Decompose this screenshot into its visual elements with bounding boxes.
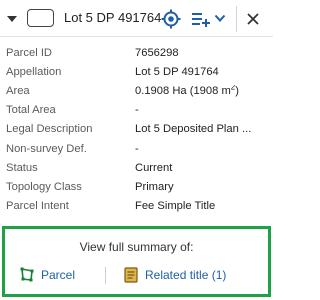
property-row: Legal Description Lot 5 Deposited Plan .… [6, 120, 268, 139]
property-label: Area [6, 84, 30, 97]
property-row: Total Area - [6, 101, 268, 120]
property-label: Legal Description [6, 123, 93, 136]
property-value: - [135, 104, 139, 117]
summary-heading: View full summary of: [79, 240, 194, 254]
property-value: Current [135, 161, 173, 174]
property-row: Parcel ID 7656298 [6, 43, 268, 62]
panel-header: Lot 5 DP 491764 [0, 0, 273, 37]
summary-divider [105, 267, 106, 284]
feature-title: Lot 5 DP 491764 [64, 10, 162, 25]
property-row: Parcel Intent Fee Simple Title [6, 197, 268, 216]
property-value: - [135, 142, 139, 155]
header-divider [236, 6, 237, 32]
title-link-label: Related title (1) [145, 268, 227, 282]
property-label: Status [6, 161, 38, 174]
properties-list: Parcel ID 7656298 Appellation Lot 5 DP 4… [6, 43, 268, 216]
property-row: Area 0.1908 Ha (1908 m2) [6, 81, 268, 100]
zoom-to-target-icon[interactable] [160, 8, 181, 29]
parcel-link-label: Parcel [41, 268, 76, 282]
property-row: Non-survey Def. - [6, 139, 268, 158]
area-value: 0.1908 Ha (1908 m2) [135, 85, 268, 97]
summary-box: View full summary of: Parcel Related tit… [2, 226, 271, 297]
parcel-summary-link[interactable]: Parcel [19, 267, 75, 283]
property-label: Parcel ID [6, 46, 53, 59]
collapse-chevron-icon[interactable] [5, 12, 19, 26]
area-value-main: 0.1908 Ha (1908 m [135, 84, 231, 97]
title-document-icon [123, 267, 139, 283]
property-value: Lot 5 DP 491764 [135, 65, 219, 78]
layer-color-swatch[interactable] [27, 9, 54, 27]
close-icon[interactable] [243, 9, 263, 29]
property-value: 7656298 [135, 46, 179, 59]
property-row: Topology Class Primary [6, 177, 268, 196]
property-label: Parcel Intent [6, 200, 69, 213]
property-value: Lot 5 Deposited Plan ... [135, 123, 252, 136]
parcel-polygon-icon [19, 267, 35, 283]
property-value: Fee Simple Title [135, 200, 216, 213]
chevron-down-icon[interactable] [213, 11, 227, 25]
related-title-link[interactable]: Related title (1) [123, 267, 226, 283]
property-label: Total Area [6, 104, 56, 117]
property-label: Appellation [6, 65, 62, 78]
property-label: Non-survey Def. [6, 142, 87, 155]
property-label: Topology Class [6, 180, 82, 193]
property-value: Primary [135, 180, 174, 193]
area-value-suffix: ) [235, 84, 239, 97]
property-row: Appellation Lot 5 DP 491764 [6, 62, 268, 81]
property-row: Status Current [6, 158, 268, 177]
add-to-list-icon[interactable] [190, 10, 212, 28]
